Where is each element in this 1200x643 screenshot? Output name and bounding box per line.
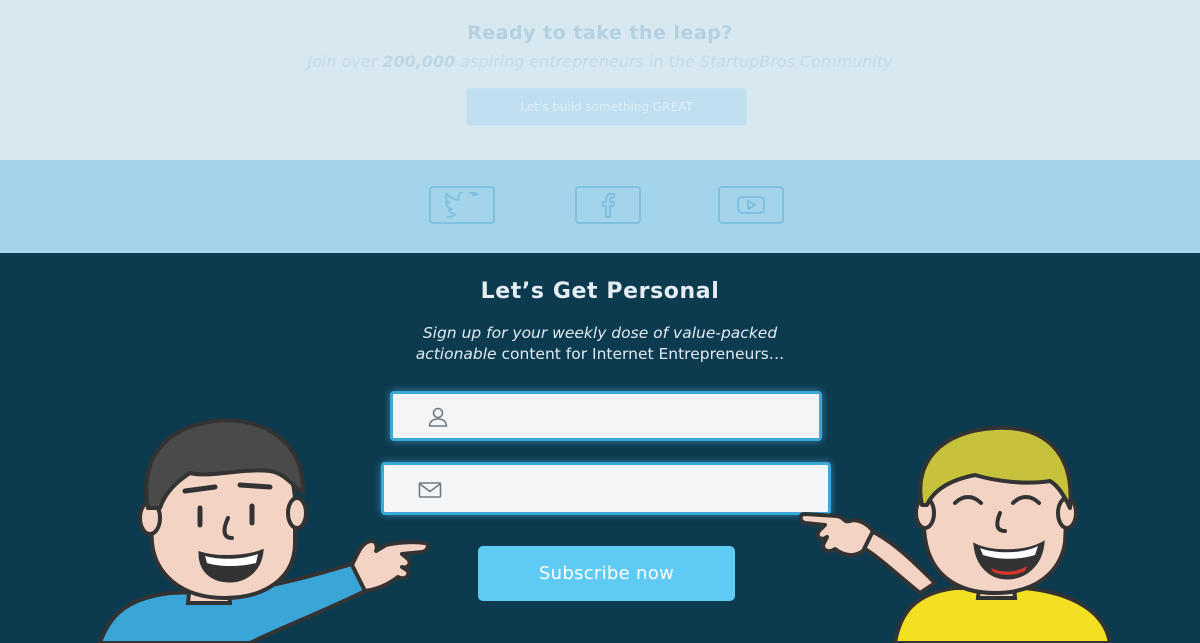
facebook-icon <box>601 192 615 218</box>
top-cta-subtitle: Join over 200,000 aspiring entrepreneurs… <box>0 52 1200 71</box>
left-mascot-illustration <box>98 418 430 643</box>
signup-subtitle-line-1: Sign up for your weekly dose of value-pa… <box>422 324 778 342</box>
top-cta-subtitle-number: 200,000 <box>382 52 456 71</box>
facebook-button[interactable] <box>575 186 641 224</box>
right-mascot-illustration <box>798 425 1112 643</box>
build-something-great-button[interactable]: Let's build something GREAT <box>466 88 747 126</box>
top-cta-title: Ready to take the leap? <box>467 22 733 44</box>
signup-subtitle: Sign up for your weekly dose of value-pa… <box>0 323 1200 365</box>
top-cta-subtitle-prefix: Join over <box>307 52 383 71</box>
subscribe-button[interactable]: Subscribe now <box>478 546 735 601</box>
user-icon <box>428 407 448 427</box>
email-field[interactable] <box>381 462 831 515</box>
youtube-button[interactable] <box>718 186 784 224</box>
twitter-icon <box>445 192 479 218</box>
signup-subtitle-emphasis: actionable <box>415 345 497 363</box>
signup-subtitle-rest: content for Internet Entrepreneurs… <box>496 345 785 363</box>
newsletter-signup-section: Let’s Get Personal Sign up for your week… <box>0 253 1200 643</box>
signup-subtitle-line-2: actionable content for Internet Entrepre… <box>0 344 1200 365</box>
top-cta-section: Ready to take the leap? Join over 200,00… <box>0 0 1200 160</box>
youtube-icon <box>737 196 765 214</box>
social-links-bar <box>0 160 1200 253</box>
twitter-button[interactable] <box>429 186 495 224</box>
name-input[interactable] <box>463 402 799 428</box>
email-input[interactable] <box>454 473 808 499</box>
name-field[interactable] <box>390 391 822 441</box>
top-cta-subtitle-suffix: aspiring entrepreneurs in the StartupBro… <box>455 52 893 71</box>
signup-title: Let’s Get Personal <box>480 279 720 304</box>
